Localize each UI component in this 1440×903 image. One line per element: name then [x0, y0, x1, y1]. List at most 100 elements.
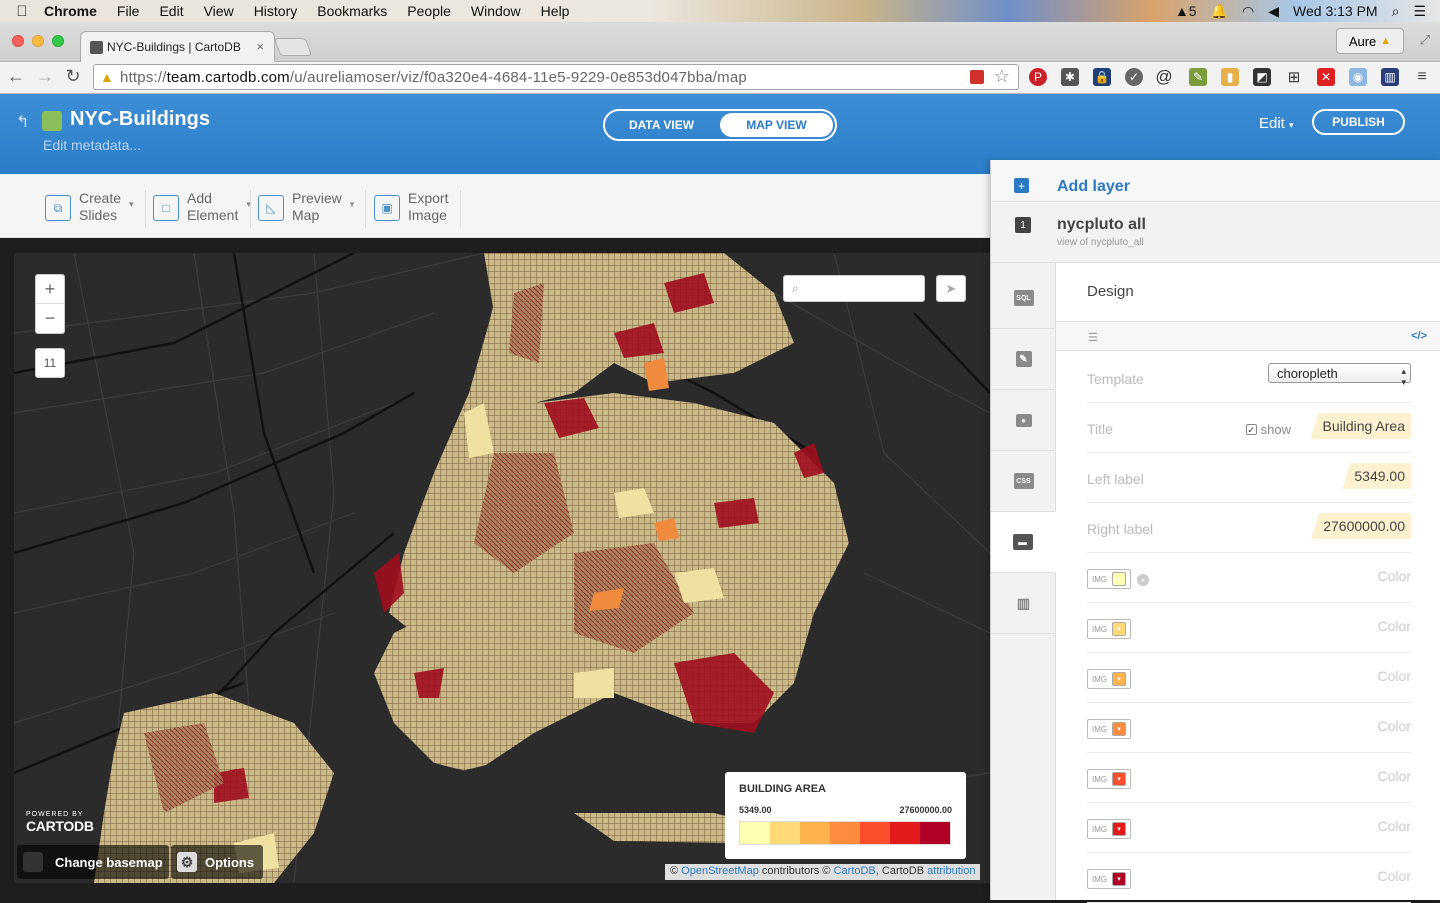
color-picker[interactable]: IMG ▾ — [1087, 719, 1131, 739]
show-title-checkbox[interactable]: ✓ show — [1245, 422, 1291, 437]
preview-map-button[interactable]: ◺ Preview Map ▾ — [258, 190, 354, 226]
new-tab-button[interactable] — [273, 38, 313, 56]
title-input[interactable]: Building Area — [1310, 413, 1411, 439]
layer-name[interactable]: nycpluto all — [1057, 216, 1146, 234]
tab-wizard[interactable]: ✎ — [991, 329, 1056, 390]
menu-people[interactable]: People — [407, 3, 451, 19]
options-button[interactable]: ⚙ Options — [171, 845, 263, 879]
zoom-in-button[interactable]: + — [36, 275, 64, 304]
pocket-icon[interactable]: ✓ — [1125, 68, 1143, 86]
tab-legend[interactable]: ▬ — [991, 512, 1056, 573]
menu-window[interactable]: Window — [471, 3, 521, 19]
publish-button[interactable]: PUBLISH — [1312, 109, 1405, 135]
menu-view[interactable]: View — [204, 3, 234, 19]
attribution-link[interactable]: attribution — [927, 865, 975, 877]
color-picker[interactable]: IMG ▾ — [1087, 769, 1131, 789]
menu-help[interactable]: Help — [541, 3, 570, 19]
cartodb-link[interactable]: CartoDB — [834, 865, 876, 877]
fullscreen-icon[interactable]: ⤢ — [1420, 32, 1430, 48]
add-layer-button[interactable]: + Add layer — [991, 160, 1440, 202]
lock-extension-icon[interactable]: 🔒 — [1093, 68, 1111, 86]
reload-icon[interactable]: ↻ — [63, 66, 83, 87]
color-picker[interactable]: IMG ▾ — [1087, 819, 1131, 839]
edit-metadata-link[interactable]: Edit metadata... — [43, 137, 141, 153]
wifi-icon[interactable]: ◠ — [1242, 3, 1254, 20]
data-view-tab[interactable]: DATA VIEW — [605, 111, 718, 139]
map-view-tab[interactable]: MAP VIEW — [720, 113, 833, 137]
tab-infowindow[interactable]: ● — [991, 390, 1056, 451]
bookmark-extension-icon[interactable]: ▮ — [1221, 68, 1239, 86]
code-toggle-button[interactable]: </> — [1411, 330, 1427, 342]
spotlight-icon[interactable]: ⌕ — [1392, 3, 1400, 20]
color-swatch[interactable]: ▾ — [1112, 672, 1126, 686]
tab-filters[interactable]: ▥ — [991, 573, 1056, 634]
notification-center-icon[interactable]: ☰ — [1413, 3, 1426, 20]
at-sign-icon[interactable]: @ — [1155, 67, 1173, 86]
x-extension-icon[interactable]: ✕ — [1317, 68, 1335, 86]
color-swatch[interactable]: ▾ — [1112, 772, 1126, 786]
edit-menu-button[interactable]: Edit ▾ — [1259, 115, 1294, 132]
window-close-button[interactable] — [12, 35, 24, 47]
privacy-lock-icon[interactable] — [42, 111, 62, 131]
camera-extension-icon[interactable]: ◉ — [1349, 68, 1367, 86]
left-label-input[interactable]: 5349.00 — [1342, 463, 1411, 489]
change-basemap-label: Change basemap — [55, 854, 163, 870]
library-extension-icon[interactable]: ▥ — [1381, 68, 1399, 86]
color-swatch[interactable]: ▾ — [1112, 872, 1126, 886]
chrome-menu-icon[interactable]: ≡ — [1413, 68, 1431, 86]
color-swatch[interactable]: ▾ — [1112, 722, 1126, 736]
color-picker[interactable]: IMG ▾ — [1087, 869, 1131, 889]
tab-css[interactable]: CSS — [991, 451, 1056, 512]
menubar-clock[interactable]: Wed 3:13 PM — [1293, 3, 1378, 19]
map-canvas[interactable]: + − 11 ⌕ ➤ POWERED BY CARTODB Change bas… — [14, 253, 990, 883]
template-select[interactable]: choropleth ▴ ▾ — [1268, 363, 1411, 387]
volume-icon[interactable]: ◀ — [1268, 3, 1279, 20]
add-element-button[interactable]: □ Add Element ▾ — [153, 190, 251, 226]
color-swatch[interactable]: ▾ — [1112, 622, 1126, 636]
checkbox-checked-icon: ✓ — [1245, 424, 1257, 435]
color-picker[interactable]: IMG ▾ — [1087, 669, 1131, 689]
color-picker[interactable]: IMG ▾ — [1087, 569, 1131, 589]
notification-icon[interactable]: 🔔 — [1211, 3, 1228, 20]
window-zoom-button[interactable] — [52, 35, 64, 47]
right-label-input[interactable]: 27600000.00 — [1311, 513, 1411, 539]
menu-edit[interactable]: Edit — [159, 3, 183, 19]
tab-sql[interactable]: SQL — [991, 268, 1056, 329]
grid-extension-icon[interactable]: ⊞ — [1285, 68, 1303, 86]
dropper-extension-icon[interactable]: ✎ — [1189, 68, 1207, 86]
openstreetmap-link[interactable]: OpenStreetMap — [681, 865, 759, 877]
map-search-input[interactable]: ⌕ — [783, 275, 925, 302]
forward-arrow-icon[interactable]: → — [35, 66, 55, 87]
bookmark-star-icon[interactable]: ☆ — [994, 66, 1010, 87]
menu-app-name[interactable]: Chrome — [44, 3, 97, 19]
asterisk-extension-icon[interactable]: ✱ — [1061, 68, 1079, 86]
address-bar[interactable]: ▲ https://team.cartodb.com/u/aureliamose… — [93, 64, 1019, 90]
adobe-status-icon[interactable]: ▲5 — [1175, 3, 1197, 19]
export-image-button[interactable]: ▣ Export Image — [374, 190, 448, 226]
back-arrow-icon[interactable]: ← — [6, 66, 26, 87]
apple-icon[interactable]:  — [0, 3, 44, 20]
layer-header[interactable]: 1 nycpluto all view of nycpluto_all — [991, 203, 1440, 263]
change-basemap-button[interactable]: Change basemap — [17, 845, 169, 879]
create-slides-button[interactable]: ⧉ Create Slides ▾ — [45, 190, 134, 226]
screenshot-extension-icon[interactable]: ◩ — [1253, 68, 1271, 86]
zoom-out-button[interactable]: − — [36, 304, 64, 333]
profile-button[interactable]: Aure ▲ — [1336, 28, 1404, 54]
window-minimize-button[interactable] — [32, 35, 44, 47]
extension-badge-icon[interactable] — [970, 70, 984, 84]
color-swatch[interactable]: ▾ — [1112, 822, 1126, 836]
map-title[interactable]: NYC-Buildings — [70, 108, 210, 131]
remove-color-icon[interactable]: × — [1137, 574, 1149, 586]
pinterest-icon[interactable]: P — [1029, 68, 1047, 86]
list-icon[interactable]: ☰ — [1088, 331, 1098, 344]
menu-file[interactable]: File — [117, 3, 140, 19]
color-picker[interactable]: IMG ▾ — [1087, 619, 1131, 639]
menu-bookmarks[interactable]: Bookmarks — [317, 3, 387, 19]
tab-close-icon[interactable]: × — [256, 39, 264, 54]
menu-history[interactable]: History — [254, 3, 298, 19]
color-swatch[interactable]: ▾ — [1112, 572, 1126, 586]
lock-warning-icon[interactable]: ▲ — [100, 69, 114, 85]
browser-tab-active[interactable]: NYC-Buildings | CartoDB × — [80, 31, 275, 62]
back-icon[interactable]: ↰ — [16, 112, 29, 132]
share-location-button[interactable]: ➤ — [936, 275, 966, 302]
